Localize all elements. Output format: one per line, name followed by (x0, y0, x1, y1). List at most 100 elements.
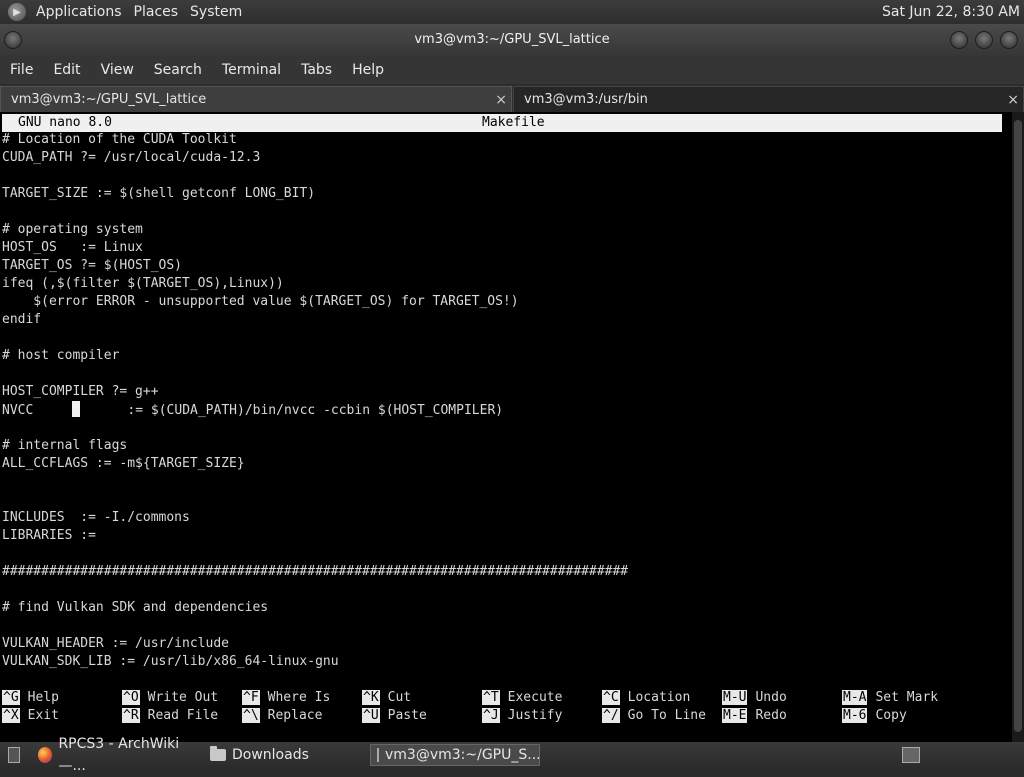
tab-bar: vm3@vm3:~/GPU_SVL_lattice × vm3@vm3:/usr… (0, 84, 1024, 112)
shortcut-key: M-A (842, 690, 868, 705)
shortcut-exit[interactable]: ^X Exit (2, 707, 59, 725)
shortcut-read-file[interactable]: ^R Read File (122, 707, 218, 725)
editor-line: CUDA_PATH ?= /usr/local/cuda-12.3 (2, 150, 261, 165)
taskbar-item-terminal[interactable]: vm3@vm3:~/GPU_S... (370, 744, 541, 766)
shortcut-label: Where Is (267, 690, 331, 705)
editor-line: # Location of the CUDA Toolkit (2, 132, 237, 147)
workspace-icon (902, 747, 920, 763)
shortcut-key: ^C (602, 690, 620, 705)
shortcut-justify[interactable]: ^J Justify (482, 707, 562, 725)
scrollbar-thumb[interactable] (1014, 120, 1022, 732)
menu-file[interactable]: File (0, 56, 43, 84)
shortcut-undo[interactable]: M-U Undo (722, 689, 787, 707)
shortcut-row: ^G Help ^O Write Out ^F Where Is ^K Cut ^T Execut… (2, 689, 1010, 707)
menu-terminal[interactable]: Terminal (212, 56, 291, 84)
menu-view[interactable]: View (91, 56, 144, 84)
menu-tabs[interactable]: Tabs (291, 56, 342, 84)
editor-line: VULKAN_SDK_LIB := /usr/lib/x86_64-linux-… (2, 654, 339, 669)
shortcut-label: Go To Line (627, 708, 706, 723)
editor-line: # operating system (2, 222, 143, 237)
window-title-bar[interactable]: vm3@vm3:~/GPU_SVL_lattice (0, 24, 1024, 56)
shortcut-label: Set Mark (875, 690, 939, 705)
shortcut-label: Read File (147, 708, 219, 723)
editor-line: LIBRARIES := (2, 528, 96, 543)
taskbar-item-label: RPCS3 - ArchWiki —... (58, 736, 180, 774)
shortcut-location[interactable]: ^C Location (602, 689, 690, 707)
shortcut-key: M-U (722, 690, 748, 705)
shortcut-key: ^F (242, 690, 260, 705)
shortcut-key: M-E (722, 708, 748, 723)
minimize-button[interactable] (950, 31, 968, 49)
editor-line: VULKAN_HEADER := /usr/include (2, 636, 229, 651)
shortcut-label: Justify (507, 708, 563, 723)
editor-line: # internal flags (2, 438, 128, 453)
tab-gpu-svl-lattice[interactable]: vm3@vm3:~/GPU_SVL_lattice × (0, 86, 512, 112)
editor-line: TARGET_SIZE := $(shell getconf LONG_BIT) (2, 186, 316, 201)
menu-search[interactable]: Search (144, 56, 212, 84)
editor-line: HOST_COMPILER ?= g++ (2, 384, 159, 399)
editor-line: TARGET_OS ?= $(HOST_OS) (2, 258, 183, 273)
menu-system[interactable]: System (184, 0, 248, 24)
tab-close-icon[interactable]: × (495, 87, 507, 113)
shortcut-label: Cut (387, 690, 412, 705)
shortcut-redo[interactable]: M-E Redo (722, 707, 787, 725)
shortcut-set-mark[interactable]: M-A Set Mark (842, 689, 938, 707)
nano-shortcuts: ^G Help ^O Write Out ^F Where Is ^K Cut ^T Execut… (2, 689, 1010, 725)
tab-close-icon[interactable]: × (1007, 87, 1019, 113)
terminal-area[interactable]: GNU nano 8.0 Makefile # Location of the … (0, 112, 1012, 742)
shortcut-key: ^J (482, 708, 500, 723)
workspace-switcher[interactable] (896, 744, 926, 766)
nano-version: GNU nano 8.0 (18, 115, 112, 130)
shortcut-cut[interactable]: ^K Cut (362, 689, 411, 707)
shortcut-label: Help (27, 690, 59, 705)
shortcut-key: M-6 (842, 708, 868, 723)
tab-label: vm3@vm3:/usr/bin (524, 92, 648, 107)
shortcut-label: Execute (507, 690, 563, 705)
shortcut-replace[interactable]: ^\ Replace (242, 707, 322, 725)
shortcut-key: ^X (2, 708, 20, 723)
firefox-icon (38, 747, 53, 763)
taskbar-item-downloads[interactable]: Downloads (204, 744, 364, 766)
shortcut-copy[interactable]: M-6 Copy (842, 707, 907, 725)
clock[interactable]: Sat Jun 22, 8:30 AM (882, 0, 1020, 24)
menu-help[interactable]: Help (342, 56, 394, 84)
menu-applications[interactable]: Applications (30, 0, 128, 24)
shortcut-key: ^O (122, 690, 140, 705)
shortcut-label: Paste (387, 708, 427, 723)
menu-edit[interactable]: Edit (43, 56, 90, 84)
maximize-button[interactable] (975, 31, 993, 49)
shortcut-key: ^/ (602, 708, 620, 723)
taskbar-item-firefox[interactable]: RPCS3 - ArchWiki —... (32, 736, 202, 774)
shortcut-where-is[interactable]: ^F Where Is (242, 689, 330, 707)
terminal-scrollbar[interactable] (1012, 112, 1024, 742)
shortcut-help[interactable]: ^G Help (2, 689, 59, 707)
tab-usr-bin[interactable]: vm3@vm3:/usr/bin × (513, 86, 1024, 112)
shortcut-execute[interactable]: ^T Execute (482, 689, 562, 707)
shortcut-go-to-line[interactable]: ^/ Go To Line (602, 707, 706, 725)
shortcut-paste[interactable]: ^U Paste (362, 707, 427, 725)
editor-line: ########################################… (2, 564, 629, 579)
editor-line: ifeq (,$(filter $(TARGET_OS),Linux)) (2, 276, 284, 291)
shortcut-write-out[interactable]: ^O Write Out (122, 689, 218, 707)
window-title: vm3@vm3:~/GPU_SVL_lattice (414, 32, 610, 47)
shortcut-label: Write Out (147, 690, 219, 705)
shortcut-label: Location (627, 690, 691, 705)
shortcut-label: Exit (27, 708, 59, 723)
show-desktop-icon (8, 747, 20, 763)
shortcut-key: ^T (482, 690, 500, 705)
editor-line: ALL_CCFLAGS := -m${TARGET_SIZE} (2, 456, 245, 471)
gnome-logo-icon[interactable]: ▶ (8, 3, 26, 21)
close-window-button[interactable] (1000, 31, 1018, 49)
editor-buffer[interactable]: # Location of the CUDA Toolkit CUDA_PATH … (2, 131, 1010, 671)
editor-line: INCLUDES := -I./commons (2, 510, 190, 525)
shortcut-label: Undo (755, 690, 787, 705)
show-desktop-button[interactable] (2, 744, 26, 766)
shortcut-key: ^G (2, 690, 20, 705)
menu-places[interactable]: Places (128, 0, 185, 24)
